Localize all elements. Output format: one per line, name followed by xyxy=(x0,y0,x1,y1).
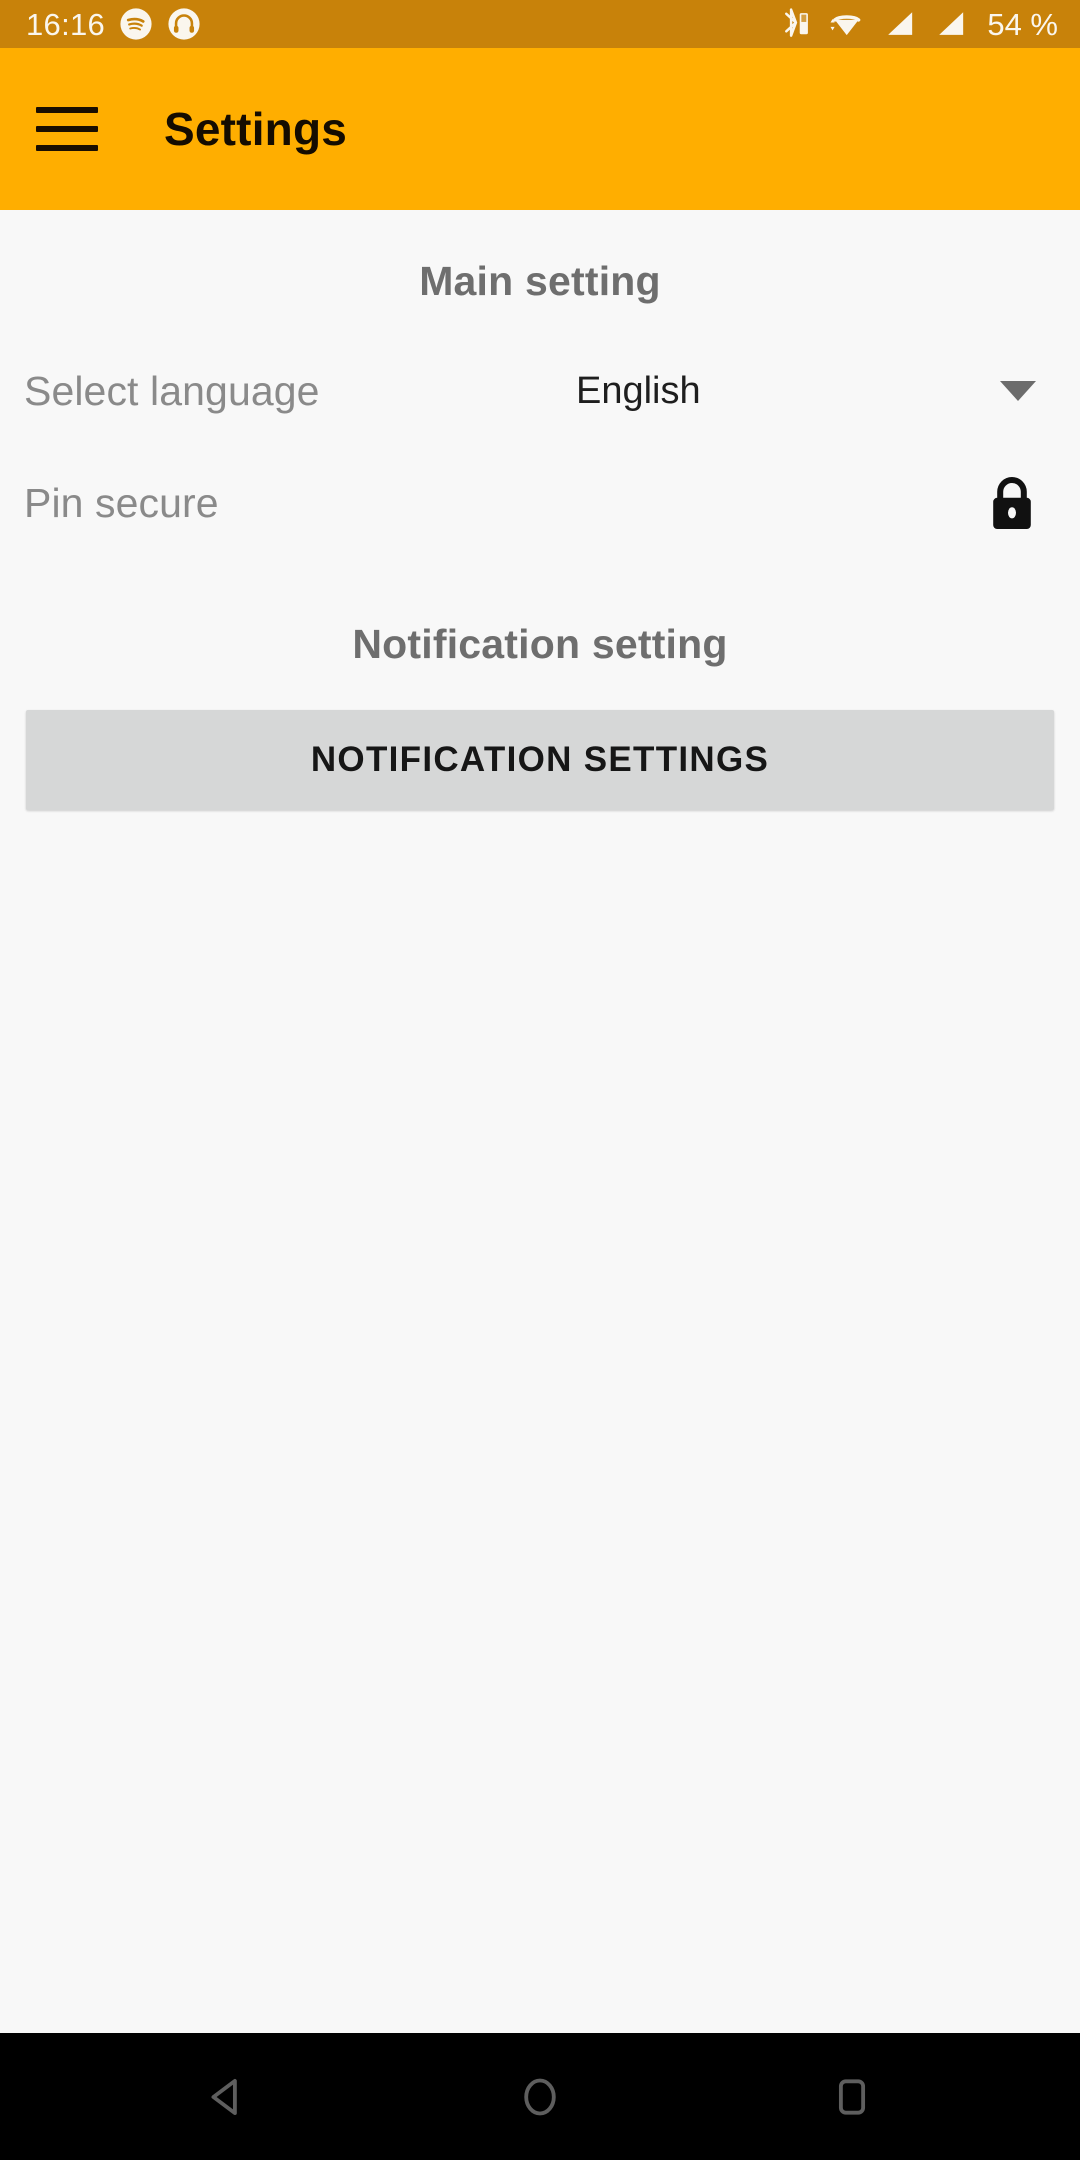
hamburger-bar-3 xyxy=(36,145,98,151)
hamburger-bar-1 xyxy=(36,107,98,113)
page-title: Settings xyxy=(164,103,348,155)
status-bar-clock: 16:16 xyxy=(26,6,106,42)
hamburger-bar-2 xyxy=(36,126,98,132)
setting-label-pin-secure: Pin secure xyxy=(24,479,219,526)
notification-settings-button-container: NOTIFICATION SETTINGS xyxy=(0,710,1080,810)
battery-percentage-label: 54 % xyxy=(987,6,1058,42)
bluetooth-battery-icon xyxy=(774,5,812,43)
nav-recents-button[interactable] xyxy=(804,2049,900,2145)
setting-row-select-language[interactable]: Select language English xyxy=(0,335,1080,447)
lock-closed-icon[interactable] xyxy=(986,473,1038,533)
setting-label-select-language: Select language xyxy=(24,367,320,414)
section-heading-notification: Notification setting xyxy=(352,621,728,667)
section-heading-main: Main setting xyxy=(419,258,661,304)
hamburger-menu-icon[interactable] xyxy=(36,93,108,165)
phone-screen: 16:16 54 % Settings Main setting Select … xyxy=(0,0,1080,2160)
language-value: English xyxy=(576,369,701,412)
chevron-down-icon[interactable] xyxy=(1000,381,1036,401)
status-bar-right: 54 % xyxy=(774,5,1058,43)
spotify-icon xyxy=(119,7,153,41)
signal-sim1-icon xyxy=(880,5,918,43)
nav-home-button[interactable] xyxy=(492,2049,588,2145)
notification-settings-button[interactable]: NOTIFICATION SETTINGS xyxy=(26,710,1054,810)
setting-row-pin-secure[interactable]: Pin secure xyxy=(0,447,1080,559)
app-bar: Settings xyxy=(0,48,1080,210)
android-navigation-bar xyxy=(0,2033,1080,2160)
status-bar-left: 16:16 xyxy=(26,7,201,41)
signal-sim2-icon xyxy=(931,5,969,43)
status-bar: 16:16 54 % xyxy=(0,0,1080,48)
headset-icon xyxy=(167,7,201,41)
wifi-icon xyxy=(825,5,867,43)
settings-content: Main setting Select language English Pin… xyxy=(0,210,1080,2033)
nav-back-button[interactable] xyxy=(180,2049,276,2145)
